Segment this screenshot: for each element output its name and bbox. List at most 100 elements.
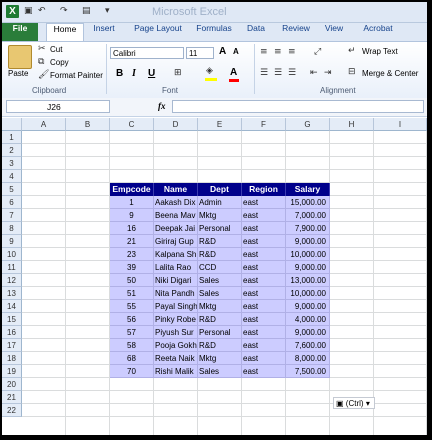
row-header[interactable]: 10 [2,248,22,261]
table-cell[interactable]: Aakash Dix [154,196,198,209]
fill-color-icon[interactable]: ◈ [206,66,213,76]
copy-button[interactable]: Copy [50,58,69,67]
name-box[interactable]: J26 [6,100,110,113]
row-header[interactable]: 11 [2,261,22,274]
table-cell[interactable]: Personal [198,326,242,339]
bold-button[interactable]: B [116,68,123,79]
table-cell[interactable]: 7,500.00 [286,365,330,378]
table-cell[interactable]: R&D [198,248,242,261]
table-cell[interactable]: Niki Digari [154,274,198,287]
table-cell[interactable]: 13,000.00 [286,274,330,287]
row-header[interactable]: 22 [2,404,22,417]
tab-page-layout[interactable]: Page Layout [130,23,186,41]
table-cell[interactable]: 16 [110,222,154,235]
table-cell[interactable]: Lalita Rao [154,261,198,274]
copy-icon[interactable]: ⧉ [38,57,44,67]
paste-options-button[interactable]: ▣ (Ctrl) ▾ [333,397,375,409]
table-cell[interactable]: Piyush Sur [154,326,198,339]
table-cell[interactable]: 57 [110,326,154,339]
select-all-corner[interactable] [2,118,22,131]
table-cell[interactable]: Pooja Gokh [154,339,198,352]
table-cell[interactable]: 58 [110,339,154,352]
increase-indent-icon[interactable]: ⇥ [324,68,332,78]
wrap-text-icon[interactable]: ↵ [348,46,356,56]
table-cell[interactable]: east [242,313,286,326]
table-cell[interactable]: R&D [198,339,242,352]
table-cell[interactable]: 9,000.00 [286,261,330,274]
row-header[interactable]: 14 [2,300,22,313]
merge-center-icon[interactable]: ⊟ [348,67,356,77]
table-header-cell[interactable]: Region [242,183,286,196]
format-painter-icon[interactable]: 🖌 [38,70,49,80]
table-cell[interactable]: east [242,352,286,365]
table-cell[interactable]: east [242,300,286,313]
row-header[interactable]: 20 [2,378,22,391]
tab-formulas[interactable]: Formulas [192,23,236,41]
table-header-cell[interactable]: Name [154,183,198,196]
align-center-icon[interactable]: ☰ [274,68,282,78]
table-cell[interactable]: Pinky Robe [154,313,198,326]
table-cell[interactable]: 7,000.00 [286,209,330,222]
table-header-cell[interactable]: Empcode [110,183,154,196]
column-header-c[interactable]: C [110,118,154,131]
table-cell[interactable]: 68 [110,352,154,365]
table-cell[interactable]: Mktg [198,300,242,313]
underline-button[interactable]: U [148,68,155,79]
row-header[interactable]: 15 [2,313,22,326]
font-size-select[interactable]: 11 [186,47,214,59]
tab-home[interactable]: Home [46,23,84,42]
table-cell[interactable]: Mktg [198,352,242,365]
cut-icon[interactable]: ✂ [38,44,46,54]
table-cell[interactable]: Kalpana Sh [154,248,198,261]
table-cell[interactable]: Personal [198,222,242,235]
row-header[interactable]: 13 [2,287,22,300]
table-cell[interactable]: east [242,365,286,378]
table-cell[interactable]: 7,900.00 [286,222,330,235]
table-cell[interactable]: 50 [110,274,154,287]
column-header-b[interactable]: B [66,118,110,131]
table-cell[interactable]: R&D [198,313,242,326]
row-header[interactable]: 7 [2,209,22,222]
row-header[interactable]: 19 [2,365,22,378]
redo-icon[interactable]: ↷ [60,6,68,16]
cut-button[interactable]: Cut [50,45,62,54]
align-left-icon[interactable]: ☰ [260,68,268,78]
table-cell[interactable]: Mktg [198,209,242,222]
table-cell[interactable]: 9 [110,209,154,222]
italic-button[interactable]: I [132,68,136,79]
tab-data[interactable]: Data [242,23,270,41]
table-cell[interactable]: 51 [110,287,154,300]
format-painter-button[interactable]: Format Painter [50,71,103,80]
table-cell[interactable]: east [242,196,286,209]
column-header-e[interactable]: E [198,118,242,131]
table-cell[interactable]: 9,000.00 [286,300,330,313]
format-painter-icon[interactable]: ▤ [82,6,91,16]
excel-icon[interactable]: X [6,5,19,18]
table-cell[interactable]: east [242,274,286,287]
undo-icon[interactable]: ↶ [38,6,46,16]
tab-acrobat[interactable]: Acrobat [358,23,398,41]
row-header[interactable]: 3 [2,157,22,170]
table-cell[interactable]: east [242,248,286,261]
row-header[interactable]: 4 [2,170,22,183]
shrink-font-button[interactable]: A [233,47,239,56]
save-icon[interactable]: ▣ [24,6,33,16]
table-cell[interactable]: east [242,235,286,248]
table-header-cell[interactable]: Salary [286,183,330,196]
table-cell[interactable]: 4,000.00 [286,313,330,326]
table-cell[interactable]: Nita Pandh [154,287,198,300]
table-cell[interactable]: 10,000.00 [286,248,330,261]
customize-icon[interactable]: ▾ [105,6,110,16]
column-header-d[interactable]: D [154,118,198,131]
column-header-a[interactable]: A [22,118,66,131]
orientation-icon[interactable]: ⤢ [314,47,321,57]
align-bottom-icon[interactable]: ≡ [288,47,296,57]
tab-insert[interactable]: Insert [86,23,122,41]
font-name-select[interactable]: Calibri [110,47,184,59]
align-top-icon[interactable]: ≡ [260,47,268,57]
table-cell[interactable]: 70 [110,365,154,378]
row-header[interactable]: 2 [2,144,22,157]
table-cell[interactable]: Admin [198,196,242,209]
table-cell[interactable]: 55 [110,300,154,313]
table-cell[interactable]: 9,000.00 [286,326,330,339]
